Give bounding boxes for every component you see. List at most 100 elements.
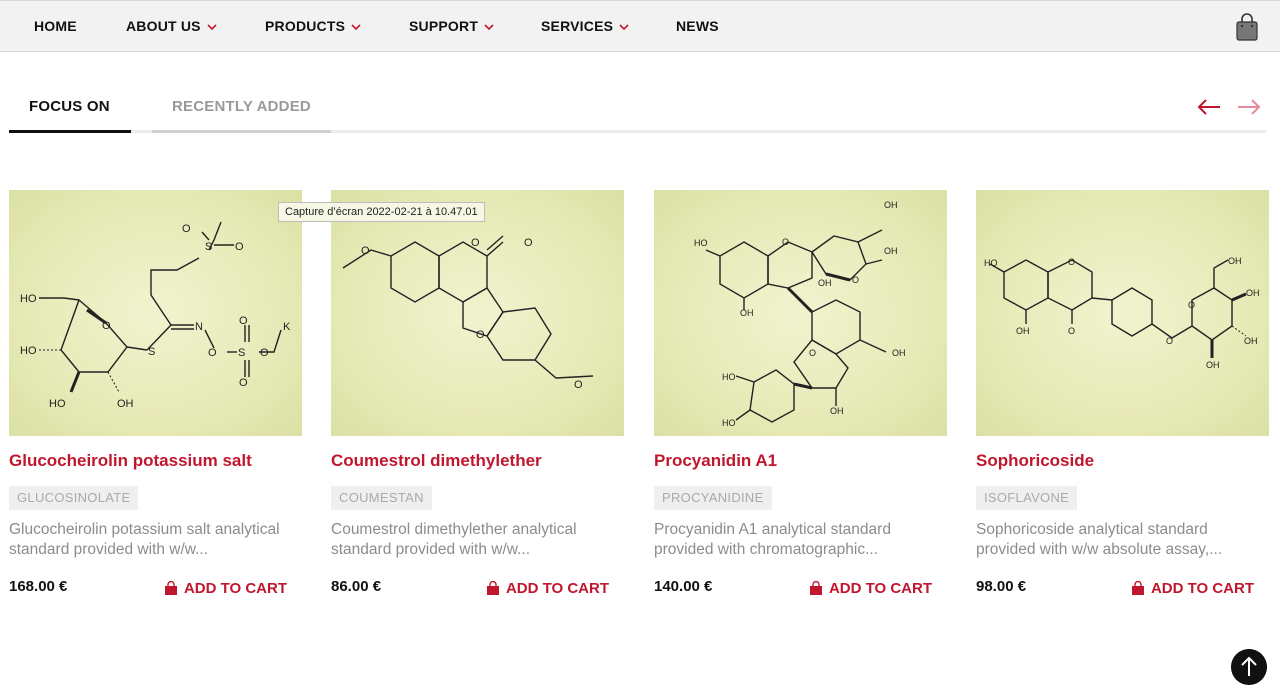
atom-label: HO [49, 398, 66, 410]
atom-label: O [471, 237, 480, 249]
nav-news-label: NEWS [676, 18, 719, 34]
atom-label: OH [740, 308, 754, 318]
atom-label: O [852, 275, 859, 285]
atom-label: HO [984, 258, 998, 268]
nav-about-us-label: ABOUT US [126, 18, 201, 34]
nav-products-label: PRODUCTS [265, 18, 346, 34]
atom-label: O [574, 379, 583, 391]
atom-label: O [1188, 300, 1195, 310]
nav-news[interactable]: NEWS [676, 18, 719, 34]
atom-label: OH [1244, 336, 1258, 346]
image-tooltip: Capture d’écran 2022-02-21 à 10.47.01 [278, 202, 485, 222]
product-title[interactable]: Procyanidin A1 [654, 451, 777, 471]
atom-label: OH [1246, 288, 1260, 298]
molecule-structure-image: HO HO HO OH O S N O S O O O K S O O [20, 221, 291, 410]
add-to-cart-label: ADD TO CART [1150, 580, 1254, 597]
atom-label: O [1166, 336, 1173, 346]
atom-label: HO [722, 372, 736, 382]
add-to-cart-label: ADD TO CART [505, 580, 609, 597]
chevron-down-icon [484, 24, 494, 30]
atom-label: OH [892, 348, 906, 358]
tab-recently-added-label: RECENTLY ADDED [172, 98, 311, 115]
arrow-left-icon[interactable] [1196, 96, 1222, 118]
tab-focus-on[interactable]: FOCUS ON [29, 98, 110, 115]
atom-label: OH [830, 406, 844, 416]
shopping-bag-icon [486, 581, 499, 595]
atom-label: OH [1228, 256, 1242, 266]
product-description: Coumestrol dimethylether analytical stan… [331, 521, 577, 558]
add-to-cart-button[interactable]: ADD TO CART [164, 580, 287, 597]
atom-label: O [524, 237, 533, 249]
product-image[interactable]: HO O OH O O O OH OH OH OH [976, 190, 1269, 436]
atom-label: O [239, 377, 248, 389]
atom-label: HO [20, 345, 37, 357]
tab-recently-added[interactable]: RECENTLY ADDED [172, 98, 311, 115]
product-price: 140.00 € [654, 578, 713, 595]
atom-label: O [361, 245, 370, 257]
atom-label: O [182, 223, 191, 235]
nav-services-label: SERVICES [541, 18, 614, 34]
atom-label: S [205, 241, 212, 253]
chevron-down-icon [351, 24, 361, 30]
nav-support[interactable]: SUPPORT [409, 18, 494, 34]
product-category-tag: COUMESTAN [331, 486, 432, 510]
atom-label: O [1068, 257, 1075, 267]
atom-label: HO [722, 418, 736, 428]
back-to-top-button[interactable] [1231, 649, 1267, 685]
add-to-cart-button[interactable]: ADD TO CART [1131, 580, 1254, 597]
atom-label: OH [117, 398, 134, 410]
tab-inactive-underline [152, 130, 331, 133]
nav-home[interactable]: HOME [34, 18, 77, 34]
nav-support-label: SUPPORT [409, 18, 479, 34]
tab-focus-on-label: FOCUS ON [29, 98, 110, 115]
atom-label: O [260, 347, 269, 359]
atom-label: N [195, 321, 203, 333]
nav-home-label: HOME [34, 18, 77, 34]
product-title[interactable]: Sophoricoside [976, 451, 1094, 471]
shopping-bag-icon [1131, 581, 1144, 595]
nav-about-us[interactable]: ABOUT US [126, 18, 217, 34]
product-image[interactable]: HO OH OH OH O O O OH HO HO OH OH [654, 190, 947, 436]
product-category-tag: ISOFLAVONE [976, 486, 1078, 510]
shopping-bag-icon [809, 581, 822, 595]
product-description: Glucocheirolin potassium salt analytical… [9, 521, 280, 558]
molecule-structure-image: HO OH OH OH O O O OH HO HO OH OH [694, 200, 906, 428]
atom-label: OH [818, 278, 832, 288]
molecule-structure-image: O O O O O [342, 235, 594, 391]
product-description: Sophoricoside analytical standard provid… [976, 521, 1223, 558]
product-price: 98.00 € [976, 578, 1027, 595]
product-card: HO OH OH OH O O O OH HO HO OH OH Procyan… [654, 190, 947, 610]
product-category-tag: PROCYANIDINE [654, 486, 772, 510]
chevron-down-icon [207, 24, 217, 30]
product-title[interactable]: Glucocheirolin potassium salt [9, 451, 252, 471]
add-to-cart-button[interactable]: ADD TO CART [809, 580, 932, 597]
product-title[interactable]: Coumestrol dimethylether [331, 451, 542, 471]
arrow-right-icon[interactable] [1236, 96, 1262, 118]
tab-active-underline [9, 130, 131, 133]
product-image[interactable]: O O O O O [331, 190, 624, 436]
atom-label: S [148, 346, 155, 358]
product-image[interactable]: HO HO HO OH O S N O S O O O K S O O [9, 190, 302, 436]
atom-label: O [102, 320, 111, 332]
atom-label: O [235, 241, 244, 253]
add-to-cart-label: ADD TO CART [828, 580, 932, 597]
atom-label: O [208, 347, 217, 359]
atom-label: OH [884, 246, 898, 256]
add-to-cart-button[interactable]: ADD TO CART [486, 580, 609, 597]
atom-label: O [782, 237, 789, 247]
product-card: HO HO HO OH O S N O S O O O K S O O Gluc… [9, 190, 302, 610]
nav-services[interactable]: SERVICES [541, 18, 629, 34]
product-price: 168.00 € [9, 578, 68, 595]
atom-label: O [1068, 326, 1075, 336]
shopping-bag-icon [164, 581, 177, 595]
atom-label: O [809, 348, 816, 358]
top-navigation: HOME ABOUT US PRODUCTS SUPPORT SERVICES … [0, 0, 1280, 52]
product-card: HO O OH O O O OH OH OH OH Sophoricoside … [976, 190, 1269, 610]
product-category-tag: GLUCOSINOLATE [9, 486, 139, 510]
shopping-bag-icon[interactable] [1236, 13, 1258, 41]
atom-label: HO [20, 293, 37, 305]
atom-label: K [283, 321, 291, 333]
add-to-cart-label: ADD TO CART [183, 580, 287, 597]
chevron-down-icon [619, 24, 629, 30]
nav-products[interactable]: PRODUCTS [265, 18, 361, 34]
